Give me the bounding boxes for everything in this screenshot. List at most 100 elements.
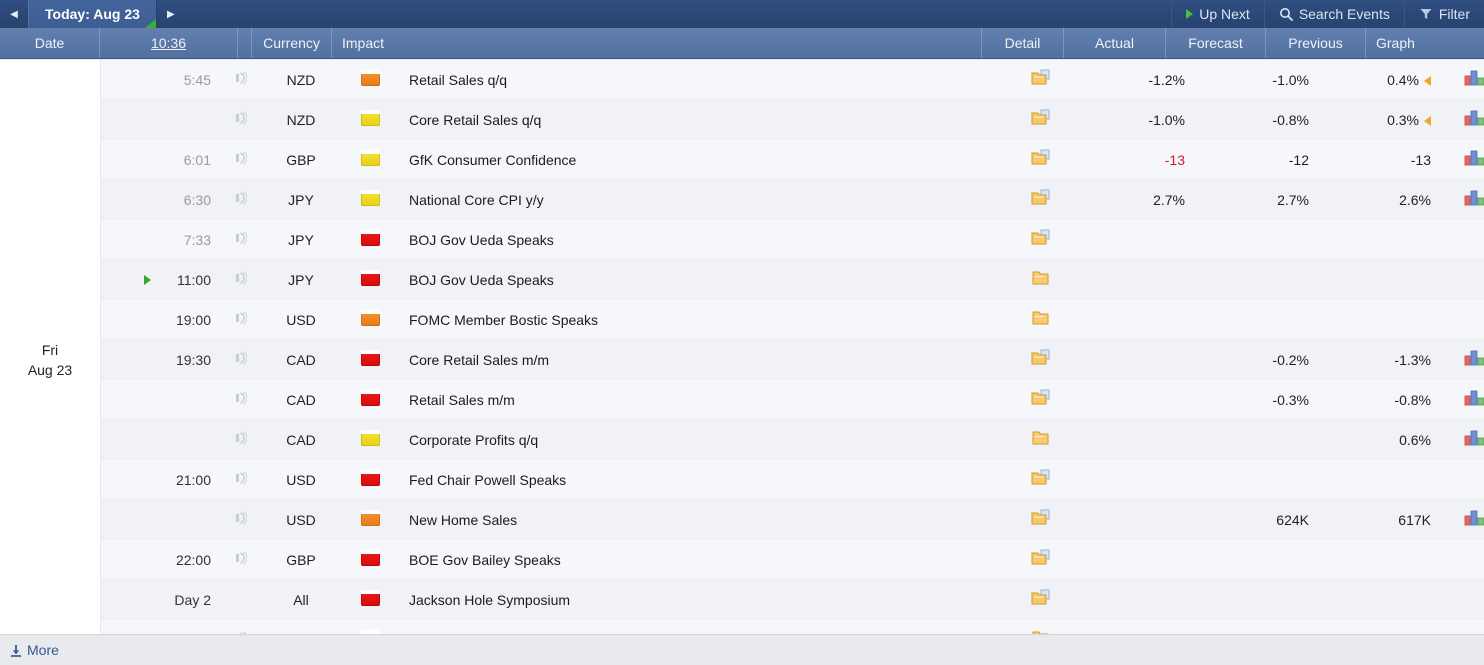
event-title[interactable]: New Home Sales — [399, 499, 1001, 540]
event-graph[interactable] — [1453, 339, 1484, 380]
graph-icon[interactable] — [1463, 389, 1484, 407]
event-impact[interactable] — [341, 579, 399, 620]
column-header-time[interactable]: 10:36 — [100, 28, 238, 58]
event-detail[interactable] — [1001, 339, 1083, 380]
table-row[interactable]: Day 2 All Jackson Hole Symposium — [0, 579, 1484, 620]
event-title[interactable]: BOJ Gov Ueda Speaks — [399, 219, 1001, 260]
event-graph[interactable] — [1453, 179, 1484, 220]
event-detail[interactable] — [1001, 459, 1083, 500]
event-detail[interactable] — [1001, 499, 1083, 540]
event-title[interactable]: Core Retail Sales m/m — [399, 339, 1001, 380]
table-row[interactable]: 21:00 USD Fed Chair Powell Speaks — [0, 459, 1484, 500]
detail-expand-icon[interactable] — [1031, 549, 1053, 567]
event-detail[interactable] — [1001, 299, 1083, 340]
detail-expand-icon[interactable] — [1031, 349, 1053, 367]
event-graph[interactable] — [1453, 419, 1484, 460]
event-detail[interactable] — [1001, 259, 1083, 300]
previous-day-button[interactable]: ◀ — [0, 0, 28, 28]
event-impact[interactable] — [341, 99, 399, 140]
graph-icon[interactable] — [1463, 429, 1484, 447]
impact-high-icon[interactable] — [360, 550, 380, 566]
impact-low-icon[interactable] — [360, 110, 380, 126]
column-header-impact[interactable]: Impact — [332, 28, 432, 58]
impact-low-icon[interactable] — [360, 430, 380, 446]
event-graph[interactable] — [1453, 99, 1484, 140]
event-impact[interactable] — [341, 259, 399, 300]
detail-expand-icon[interactable] — [1031, 149, 1053, 167]
table-row[interactable]: 23:30 USD FOMC Member Goolsbee Speaks — [0, 619, 1484, 634]
impact-low-icon[interactable] — [360, 190, 380, 206]
event-graph[interactable] — [1453, 579, 1484, 620]
event-impact[interactable] — [341, 499, 399, 540]
event-title[interactable]: Corporate Profits q/q — [399, 419, 1001, 460]
column-header-actual[interactable]: Actual — [1064, 28, 1166, 58]
filter-button[interactable]: Filter — [1403, 0, 1484, 28]
event-title[interactable]: FOMC Member Goolsbee Speaks — [399, 619, 1001, 634]
table-row[interactable]: NZD Core Retail Sales q/q -1.0% -0.8% 0.3% — [0, 99, 1484, 140]
table-row[interactable]: CAD Retail Sales m/m -0.3% -0.8% — [0, 379, 1484, 420]
event-graph[interactable] — [1453, 259, 1484, 300]
event-impact[interactable] — [341, 179, 399, 220]
impact-low-icon[interactable] — [360, 150, 380, 166]
event-impact[interactable] — [341, 219, 399, 260]
event-impact[interactable] — [341, 539, 399, 580]
event-detail[interactable] — [1001, 419, 1083, 460]
table-row[interactable]: CAD Corporate Profits q/q 0.6% — [0, 419, 1484, 460]
column-header-forecast[interactable]: Forecast — [1166, 28, 1266, 58]
detail-folder-icon[interactable] — [1031, 309, 1053, 327]
detail-expand-icon[interactable] — [1031, 509, 1053, 527]
event-detail[interactable] — [1001, 139, 1083, 180]
event-impact[interactable] — [341, 339, 399, 380]
more-button[interactable]: More — [10, 642, 59, 658]
event-impact[interactable] — [341, 379, 399, 420]
current-date-tab[interactable]: Today: Aug 23 — [28, 0, 157, 28]
event-title[interactable]: Retail Sales q/q — [399, 59, 1001, 100]
detail-folder-icon[interactable] — [1031, 429, 1053, 447]
event-detail[interactable] — [1001, 539, 1083, 580]
impact-high-icon[interactable] — [360, 270, 380, 286]
event-title[interactable]: BOJ Gov Ueda Speaks — [399, 259, 1001, 300]
event-title[interactable]: GfK Consumer Confidence — [399, 139, 1001, 180]
event-detail[interactable] — [1001, 219, 1083, 260]
table-row[interactable]: 19:00 USD FOMC Member Bostic Speaks — [0, 299, 1484, 340]
time-format-toggle[interactable]: 10:36 — [151, 35, 186, 51]
event-impact[interactable] — [341, 299, 399, 340]
graph-icon[interactable] — [1463, 69, 1484, 87]
event-detail[interactable] — [1001, 59, 1083, 100]
event-title[interactable]: BOE Gov Bailey Speaks — [399, 539, 1001, 580]
detail-expand-icon[interactable] — [1031, 189, 1053, 207]
event-impact[interactable] — [341, 459, 399, 500]
impact-high-icon[interactable] — [360, 350, 380, 366]
up-next-button[interactable]: Up Next — [1171, 0, 1264, 28]
event-detail[interactable] — [1001, 619, 1083, 634]
impact-high-icon[interactable] — [360, 230, 380, 246]
event-graph[interactable] — [1453, 539, 1484, 580]
table-row[interactable]: 6:01 GBP GfK Consumer Confidence -13 -12 -13 — [0, 139, 1484, 180]
event-impact[interactable] — [341, 139, 399, 180]
graph-icon[interactable] — [1463, 349, 1484, 367]
event-impact[interactable] — [341, 59, 399, 100]
table-row[interactable]: 11:00 JPY BOJ Gov Ueda Speaks — [0, 259, 1484, 300]
detail-expand-icon[interactable] — [1031, 109, 1053, 127]
event-graph[interactable] — [1453, 59, 1484, 100]
event-graph[interactable] — [1453, 299, 1484, 340]
impact-high-icon[interactable] — [360, 390, 380, 406]
event-title[interactable]: Fed Chair Powell Speaks — [399, 459, 1001, 500]
impact-high-icon[interactable] — [360, 590, 380, 606]
event-graph[interactable] — [1453, 619, 1484, 634]
event-title[interactable]: Core Retail Sales q/q — [399, 99, 1001, 140]
event-title[interactable]: Retail Sales m/m — [399, 379, 1001, 420]
table-row[interactable]: Fri Aug 23 5:45 NZD Retail Sales q/q -1.2% -1.… — [0, 59, 1484, 634]
event-graph[interactable] — [1453, 379, 1484, 420]
detail-expand-icon[interactable] — [1031, 389, 1053, 407]
search-events-button[interactable]: Search Events — [1263, 0, 1404, 28]
detail-expand-icon[interactable] — [1031, 69, 1053, 87]
impact-medium-icon[interactable] — [360, 70, 380, 86]
event-graph[interactable] — [1453, 219, 1484, 260]
event-detail[interactable] — [1001, 179, 1083, 220]
event-impact[interactable] — [341, 619, 399, 634]
event-graph[interactable] — [1453, 139, 1484, 180]
next-day-button[interactable]: ▶ — [157, 0, 185, 28]
impact-high-icon[interactable] — [360, 470, 380, 486]
impact-medium-icon[interactable] — [360, 630, 380, 634]
